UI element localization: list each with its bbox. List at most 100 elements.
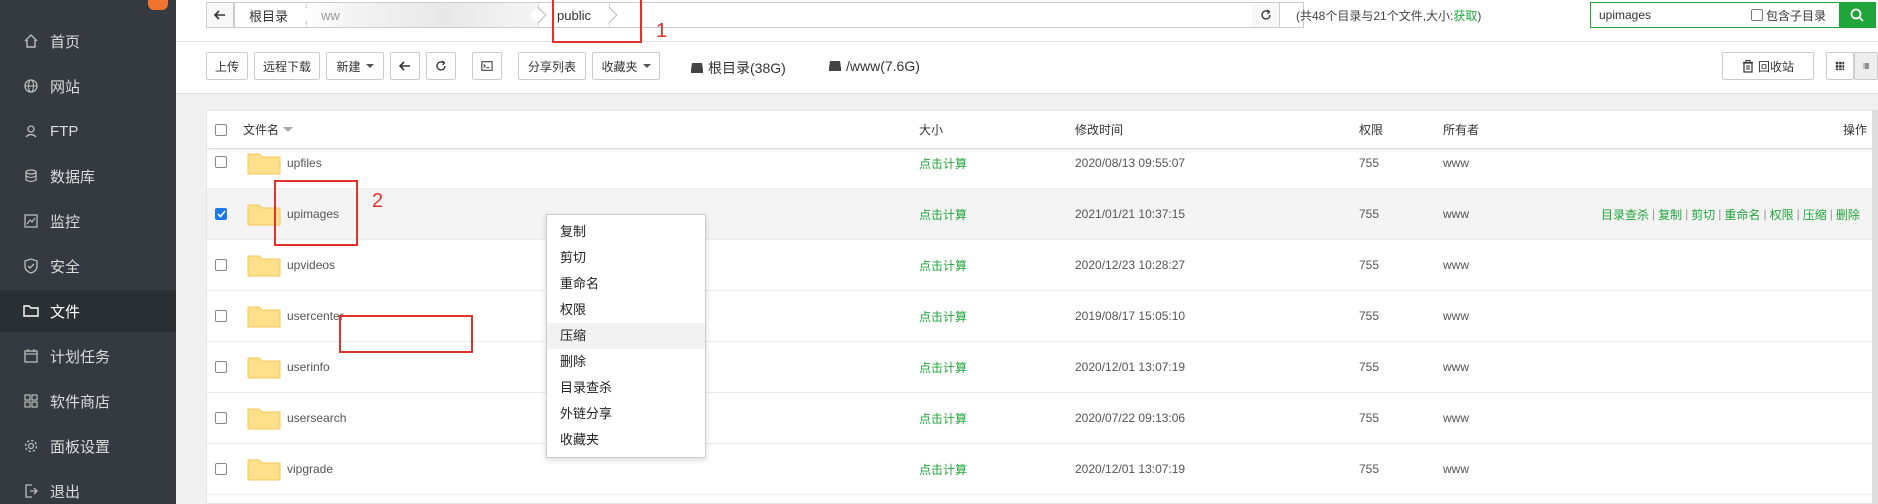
refresh-button[interactable] bbox=[426, 52, 456, 80]
sidebar-item-security[interactable]: 安全 bbox=[0, 245, 176, 287]
row-checkbox[interactable] bbox=[215, 137, 227, 187]
sidebar-item-files[interactable]: 文件 bbox=[0, 290, 176, 332]
breadcrumb-blurred[interactable]: ww bbox=[307, 3, 540, 27]
menu-item-dir-scan[interactable]: 目录查杀 bbox=[547, 375, 705, 401]
menu-item-external-share[interactable]: 外链分享 bbox=[547, 401, 705, 427]
table-row[interactable]: upvideos 点击计算 2020/12/23 10:28:27 755 ww… bbox=[207, 240, 1877, 291]
menu-item-delete[interactable]: 删除 bbox=[547, 349, 705, 375]
perm[interactable]: 755 bbox=[1359, 138, 1379, 188]
sidebar-item-ftp[interactable]: FTP bbox=[0, 110, 176, 152]
action-compress[interactable]: 压缩 bbox=[1803, 206, 1827, 223]
owner[interactable]: www bbox=[1443, 444, 1469, 494]
terminal-button[interactable] bbox=[472, 52, 502, 80]
perm[interactable]: 755 bbox=[1359, 240, 1379, 290]
check-icon bbox=[216, 210, 226, 218]
action-rename[interactable]: 重命名 bbox=[1724, 206, 1760, 223]
scrollbar[interactable] bbox=[1872, 110, 1878, 504]
row-checkbox[interactable] bbox=[215, 189, 227, 239]
size-calc-link[interactable]: 点击计算 bbox=[919, 393, 967, 443]
sidebar-item-monitor[interactable]: 监控 bbox=[0, 200, 176, 242]
menu-item-compress[interactable]: 压缩 bbox=[547, 323, 705, 349]
perm[interactable]: 755 bbox=[1359, 393, 1379, 443]
ftp-icon bbox=[22, 122, 40, 140]
size-calc-link[interactable]: 点击计算 bbox=[919, 240, 967, 290]
share-list-button[interactable]: 分享列表 bbox=[518, 52, 586, 80]
file-name[interactable]: usercenter bbox=[287, 291, 344, 341]
size-calc-link[interactable]: 点击计算 bbox=[919, 189, 967, 239]
sidebar-item-store[interactable]: 软件商店 bbox=[0, 380, 176, 422]
action-delete[interactable]: 删除 bbox=[1836, 206, 1860, 223]
owner[interactable]: www bbox=[1443, 393, 1469, 443]
row-checkbox[interactable] bbox=[215, 393, 227, 443]
perm[interactable]: 755 bbox=[1359, 291, 1379, 341]
table-row[interactable]: vipgrade 点击计算 2020/12/01 13:07:19 755 ww… bbox=[207, 444, 1877, 495]
perm[interactable]: 755 bbox=[1359, 342, 1379, 392]
path-refresh-button[interactable] bbox=[1252, 2, 1280, 28]
remote-download-button[interactable]: 远程下载 bbox=[254, 52, 320, 80]
file-table: 文件名 大小 修改时间 权限 所有者 操作 upfiles 点击计算 2020/… bbox=[206, 110, 1878, 504]
file-name[interactable]: usersearch bbox=[287, 393, 346, 443]
owner[interactable]: www bbox=[1443, 138, 1469, 188]
disk-root[interactable]: 根目录(38G) bbox=[690, 58, 786, 78]
notification-badge[interactable] bbox=[148, 0, 168, 10]
menu-item-permission[interactable]: 权限 bbox=[547, 297, 705, 323]
grid-view-button[interactable] bbox=[1826, 52, 1854, 80]
upload-button[interactable]: 上传 bbox=[206, 52, 248, 80]
row-checkbox[interactable] bbox=[215, 240, 227, 290]
search-button[interactable] bbox=[1839, 3, 1875, 27]
sidebar-item-website[interactable]: 网站 bbox=[0, 65, 176, 107]
owner[interactable]: www bbox=[1443, 240, 1469, 290]
table-row[interactable]: upfiles 点击计算 2020/08/13 09:55:07 755 www bbox=[207, 137, 1877, 189]
action-dir-scan[interactable]: 目录查杀 bbox=[1601, 206, 1649, 223]
search-input[interactable] bbox=[1591, 3, 1751, 27]
row-checkbox[interactable] bbox=[215, 342, 227, 392]
sidebar-item-database[interactable]: 数据库 bbox=[0, 155, 176, 197]
size-calc-link[interactable]: 点击计算 bbox=[919, 291, 967, 341]
owner[interactable]: www bbox=[1443, 342, 1469, 392]
list-view-button[interactable] bbox=[1854, 52, 1878, 80]
go-back-button[interactable] bbox=[390, 52, 420, 80]
perm[interactable]: 755 bbox=[1359, 189, 1379, 239]
recycle-bin-button[interactable]: 回收站 bbox=[1722, 52, 1814, 80]
search-icon bbox=[1850, 8, 1864, 22]
new-dropdown-button[interactable]: 新建 bbox=[326, 52, 384, 80]
owner[interactable]: www bbox=[1443, 189, 1469, 239]
sidebar-item-home[interactable]: 首页 bbox=[0, 20, 176, 62]
disk-icon bbox=[829, 61, 841, 71]
action-cut[interactable]: 剪切 bbox=[1691, 206, 1715, 223]
sidebar-item-label: 监控 bbox=[50, 213, 81, 231]
sidebar-item-label: FTP bbox=[50, 122, 79, 140]
disk-www[interactable]: /www(7.6G) bbox=[828, 58, 920, 74]
sidebar-item-settings[interactable]: 面板设置 bbox=[0, 425, 176, 467]
favorites-dropdown-button[interactable]: 收藏夹 bbox=[592, 52, 660, 80]
size-calc-link[interactable]: 点击计算 bbox=[919, 444, 967, 494]
size-calc-link[interactable]: 点击计算 bbox=[919, 342, 967, 392]
get-size-link[interactable]: 获取 bbox=[1453, 9, 1477, 23]
perm[interactable]: 755 bbox=[1359, 444, 1379, 494]
path-back-button[interactable] bbox=[206, 2, 234, 28]
owner[interactable]: www bbox=[1443, 291, 1469, 341]
row-checkbox[interactable] bbox=[215, 444, 227, 494]
file-name[interactable]: vipgrade bbox=[287, 444, 333, 494]
file-name[interactable]: upvideos bbox=[287, 240, 335, 290]
menu-item-rename[interactable]: 重命名 bbox=[547, 271, 705, 297]
menu-item-copy[interactable]: 复制 bbox=[547, 219, 705, 245]
table-row[interactable]: upimages 点击计算 2021/01/21 10:37:15 755 ww… bbox=[207, 189, 1877, 240]
sidebar-item-cron[interactable]: 计划任务 bbox=[0, 335, 176, 377]
breadcrumb-root[interactable]: 根目录 bbox=[235, 3, 308, 27]
sidebar-item-logout[interactable]: 退出 bbox=[0, 470, 176, 504]
terminal-icon bbox=[481, 61, 493, 71]
row-checkbox[interactable] bbox=[215, 291, 227, 341]
action-copy[interactable]: 复制 bbox=[1658, 206, 1682, 223]
breadcrumb[interactable]: 根目录 ww public bbox=[234, 2, 1304, 28]
folder-icon bbox=[247, 444, 281, 494]
size-calc-link[interactable]: 点击计算 bbox=[919, 138, 967, 188]
file-name[interactable]: userinfo bbox=[287, 342, 330, 392]
menu-item-cut[interactable]: 剪切 bbox=[547, 245, 705, 271]
include-subdir-checkbox[interactable]: 包含子目录 bbox=[1751, 3, 1826, 27]
folder-icon bbox=[22, 302, 40, 320]
action-permission[interactable]: 权限 bbox=[1770, 206, 1794, 223]
menu-item-favorites[interactable]: 收藏夹 bbox=[547, 427, 705, 453]
table-row[interactable]: usersearch 点击计算 2020/07/22 09:13:06 755 … bbox=[207, 393, 1877, 444]
monitor-icon bbox=[22, 212, 40, 230]
